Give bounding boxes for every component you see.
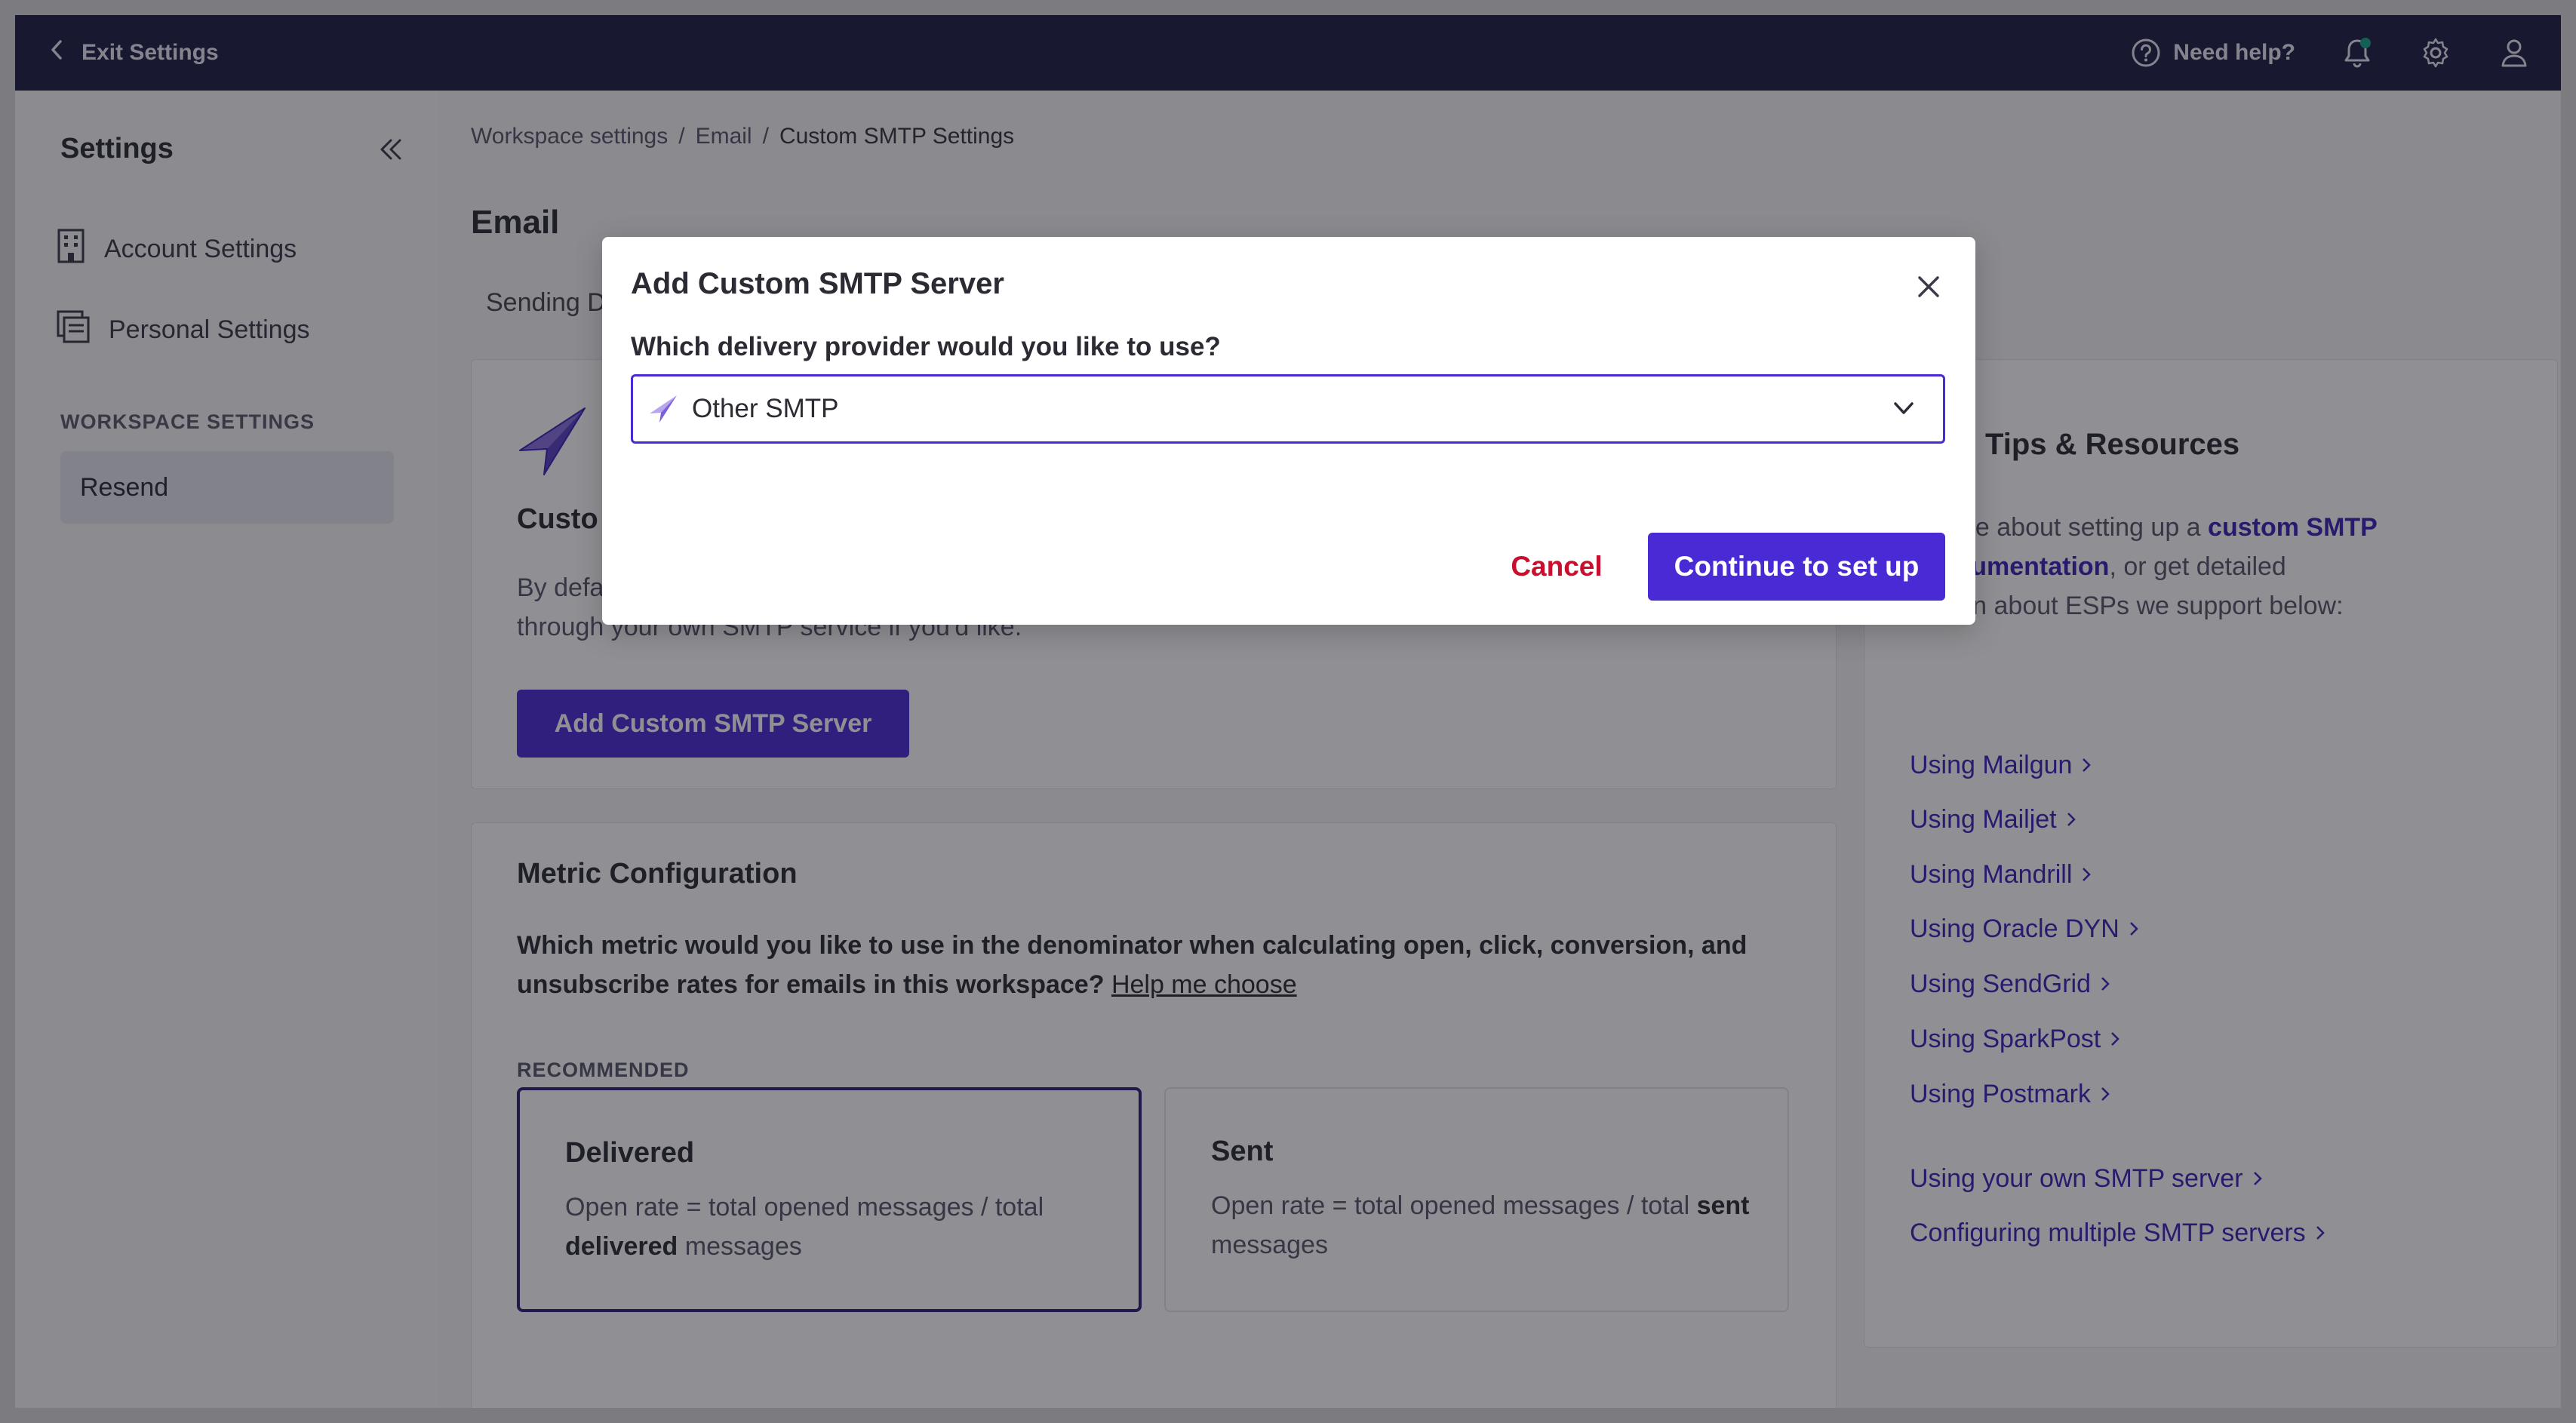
modal-backdrop[interactable] [0,0,2576,1423]
cancel-button[interactable]: Cancel [1492,533,1621,601]
add-custom-smtp-modal: Add Custom SMTP Server Which delivery pr… [602,237,1975,625]
selected-provider: Other SMTP [692,394,839,423]
paper-plane-icon [648,394,678,424]
modal-title: Add Custom SMTP Server [631,267,1004,300]
close-icon[interactable] [1912,270,1945,303]
chevron-down-icon [1890,395,1917,429]
provider-select[interactable]: Other SMTP [631,374,1945,444]
continue-to-set-up-button[interactable]: Continue to set up [1648,533,1945,601]
provider-question: Which delivery provider would you like t… [631,332,1221,361]
